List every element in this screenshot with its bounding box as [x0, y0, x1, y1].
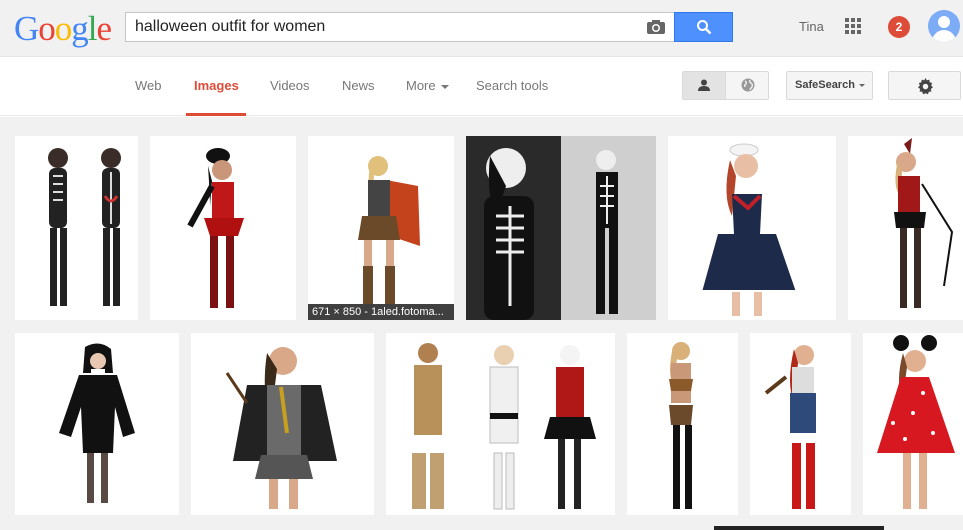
search-nav: Web Images Videos News More Search tools…: [0, 58, 963, 116]
three-costumes-image: [412, 343, 596, 510]
notification-badge[interactable]: 2: [888, 16, 910, 38]
tab-more[interactable]: More: [406, 78, 449, 93]
tab-images[interactable]: Images: [194, 78, 239, 93]
image-result[interactable]: [848, 136, 963, 320]
search-button[interactable]: [674, 12, 733, 42]
search-box: [125, 12, 674, 42]
safesearch-dropdown[interactable]: SafeSearch: [786, 71, 873, 100]
skeleton-costume-image: [48, 148, 121, 306]
minnie-costume-image: [877, 335, 955, 509]
horizontal-scrollbar[interactable]: [714, 526, 884, 530]
image-result[interactable]: [627, 333, 738, 515]
global-results-button[interactable]: [727, 72, 769, 99]
search-input[interactable]: [135, 18, 635, 36]
image-results: 671 × 850 - 1aled.fotoma...: [0, 117, 963, 530]
image-result[interactable]: [668, 136, 836, 320]
image-result[interactable]: [863, 333, 963, 515]
image-result[interactable]: [15, 333, 179, 515]
logo-letter: l: [87, 9, 98, 48]
camera-icon[interactable]: [646, 19, 666, 35]
active-tab-indicator: [186, 113, 246, 116]
chevron-down-icon: [440, 84, 449, 89]
image-result[interactable]: [466, 136, 656, 320]
apps-grid-icon[interactable]: [845, 18, 862, 35]
logo-letter: G: [14, 9, 39, 48]
google-logo[interactable]: Google: [14, 9, 113, 48]
personal-results-button[interactable]: [683, 72, 726, 99]
tab-news[interactable]: News: [342, 78, 375, 93]
image-result[interactable]: [191, 333, 374, 515]
top-bar: Google Tina 2: [0, 0, 963, 57]
image-result[interactable]: [15, 136, 138, 320]
globe-icon: [741, 78, 755, 92]
results-toggle: [682, 71, 769, 100]
settings-button[interactable]: [888, 71, 961, 100]
logo-letter: g: [71, 9, 88, 48]
safesearch-label: SafeSearch: [795, 79, 855, 91]
avatar[interactable]: [928, 10, 960, 42]
image-result[interactable]: 671 × 850 - 1aled.fotoma...: [308, 136, 454, 320]
image-result[interactable]: [150, 136, 296, 320]
fringe-costume-image: [669, 342, 693, 509]
tab-web[interactable]: Web: [135, 78, 162, 93]
tab-search-tools[interactable]: Search tools: [476, 78, 548, 93]
image-hover-caption: 671 × 850 - 1aled.fotoma...: [308, 304, 454, 320]
logo-letter: o: [54, 9, 72, 48]
caret-down-icon: [858, 83, 865, 87]
tab-more-label: More: [406, 78, 436, 93]
magnifier-icon: [697, 20, 712, 35]
tab-videos[interactable]: Videos: [270, 78, 310, 93]
image-result[interactable]: [750, 333, 851, 515]
red-corset-costume-image: [187, 148, 244, 308]
logo-letter: e: [96, 9, 113, 48]
person-icon: [698, 79, 710, 91]
wizard-student-costume-image: [225, 347, 337, 509]
ringmaster-costume-image: [894, 138, 954, 308]
gladiator-costume-image: [358, 156, 420, 304]
gear-icon: [918, 78, 933, 95]
logo-letter: o: [38, 9, 55, 48]
image-result[interactable]: [386, 333, 615, 515]
red-boots-costume-image: [764, 345, 816, 509]
sailor-dress-costume-image: [702, 143, 796, 316]
skeleton-bodysuit-image: [466, 136, 656, 320]
nun-costume-image: [59, 343, 135, 503]
user-name[interactable]: Tina: [799, 19, 824, 34]
